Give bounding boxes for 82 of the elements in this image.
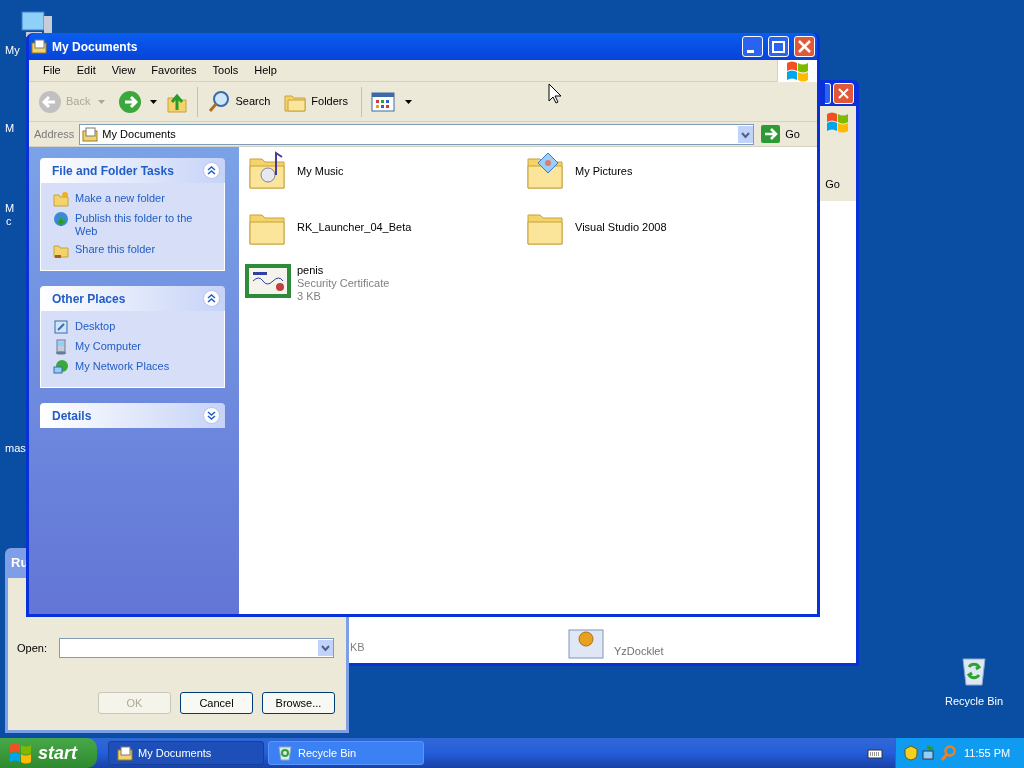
- collapse-chevron-icon: [203, 162, 220, 179]
- menu-item[interactable]: Edit: [68, 62, 104, 79]
- dialog-button[interactable]: Browse...: [262, 692, 335, 714]
- close-button[interactable]: [833, 82, 854, 104]
- close-icon: [798, 40, 811, 53]
- file-size: 3 KB: [297, 290, 322, 303]
- desktop-icon-label[interactable]: mas: [5, 442, 26, 455]
- menu-item[interactable]: Tools: [204, 62, 247, 79]
- desktop-icon-label[interactable]: M: [5, 202, 15, 215]
- close-button[interactable]: [794, 36, 815, 57]
- go-button[interactable]: Go: [825, 176, 850, 193]
- dropdown-caret-icon: [98, 99, 106, 104]
- windows-logo-icon: [8, 741, 33, 765]
- address-field[interactable]: My Documents: [79, 123, 755, 145]
- dropdown-caret-icon: [405, 99, 412, 104]
- task-link[interactable]: Publish this folder to the Web: [75, 211, 205, 238]
- task-link[interactable]: Desktop: [75, 319, 205, 333]
- maximize-button[interactable]: [768, 36, 789, 57]
- keyboard-icon: [867, 747, 883, 759]
- desktop-icon-label[interactable]: Recycle Bin: [944, 693, 1004, 710]
- pictures-folder-icon: [526, 151, 566, 191]
- panel-header[interactable]: Details: [40, 403, 225, 428]
- views-icon: [371, 91, 397, 112]
- dialog-button[interactable]: Cancel: [180, 692, 253, 714]
- magnifier-icon: [940, 745, 956, 761]
- clock: 11:55 PM: [964, 745, 1011, 761]
- documents-icon: [31, 39, 47, 54]
- globe-icon: [53, 211, 69, 227]
- open-combo-box[interactable]: [58, 638, 334, 658]
- newfolder-icon: [53, 191, 69, 207]
- file-size-text: KB: [350, 640, 365, 655]
- mouse-cursor-icon: [548, 83, 562, 104]
- address-value: My Documents: [102, 126, 177, 142]
- menu-item[interactable]: File: [35, 62, 69, 79]
- search-icon: [207, 89, 232, 114]
- certificate-icon: [244, 263, 292, 299]
- file-name[interactable]: RK_Launcher_04_Beta: [297, 221, 412, 234]
- file-name[interactable]: penis: [297, 264, 390, 277]
- taskbar-button[interactable]: Recycle Bin: [268, 741, 424, 765]
- address-label: Address: [33, 126, 76, 142]
- dropdown-caret-icon: [150, 99, 158, 104]
- task-link[interactable]: My Network Places: [75, 359, 205, 373]
- windows-logo-icon: [825, 110, 850, 134]
- documents-icon: [82, 126, 99, 142]
- desktop-icon-label[interactable]: c: [5, 215, 15, 228]
- recycle-bin-icon: [959, 655, 989, 687]
- panel-header[interactable]: File and Folder Tasks: [40, 158, 225, 183]
- music-folder-icon: [248, 151, 288, 191]
- desktop-icon-label[interactable]: My: [5, 44, 20, 57]
- open-label: Open:: [17, 640, 47, 656]
- shield-icon: [904, 745, 918, 761]
- file-type: Security Certificate: [297, 277, 390, 290]
- documents-icon: [117, 745, 133, 761]
- file-name[interactable]: My Pictures: [575, 165, 633, 178]
- go-button[interactable]: Go: [757, 125, 814, 143]
- menu-item[interactable]: Favorites: [143, 62, 205, 79]
- menu-item[interactable]: View: [103, 62, 144, 79]
- maximize-icon: [772, 40, 785, 53]
- minimize-button[interactable]: [742, 36, 763, 57]
- close-icon: [838, 87, 849, 99]
- folders-button[interactable]: Folders: [280, 85, 351, 118]
- file-name[interactable]: My Music: [297, 165, 344, 178]
- task-link[interactable]: Make a new folder: [75, 191, 205, 205]
- panel-header[interactable]: Other Places: [40, 286, 225, 311]
- taskbar-button[interactable]: My Documents: [108, 741, 264, 765]
- file-name[interactable]: YzDocklet: [614, 642, 664, 659]
- restore-button[interactable]: [825, 82, 831, 104]
- desktop-icon-label[interactable]: M: [5, 122, 15, 135]
- expand-chevron-icon: [203, 407, 220, 424]
- task-link[interactable]: Share this folder: [75, 242, 205, 256]
- recycle-bin-icon: [277, 745, 293, 761]
- minimize-icon: [747, 49, 754, 53]
- go-arrow-icon: [761, 125, 781, 143]
- task-link[interactable]: My Computer: [75, 339, 205, 353]
- window-title: My Documents: [52, 38, 139, 56]
- computer-icon: [53, 339, 69, 355]
- start-button[interactable]: start: [0, 738, 97, 768]
- search-button[interactable]: Search: [204, 85, 274, 118]
- menu-item[interactable]: Help: [246, 62, 285, 79]
- file-name[interactable]: Visual Studio 2008: [575, 221, 667, 234]
- collapse-chevron-icon: [203, 290, 220, 307]
- desktop-icon: [53, 319, 69, 335]
